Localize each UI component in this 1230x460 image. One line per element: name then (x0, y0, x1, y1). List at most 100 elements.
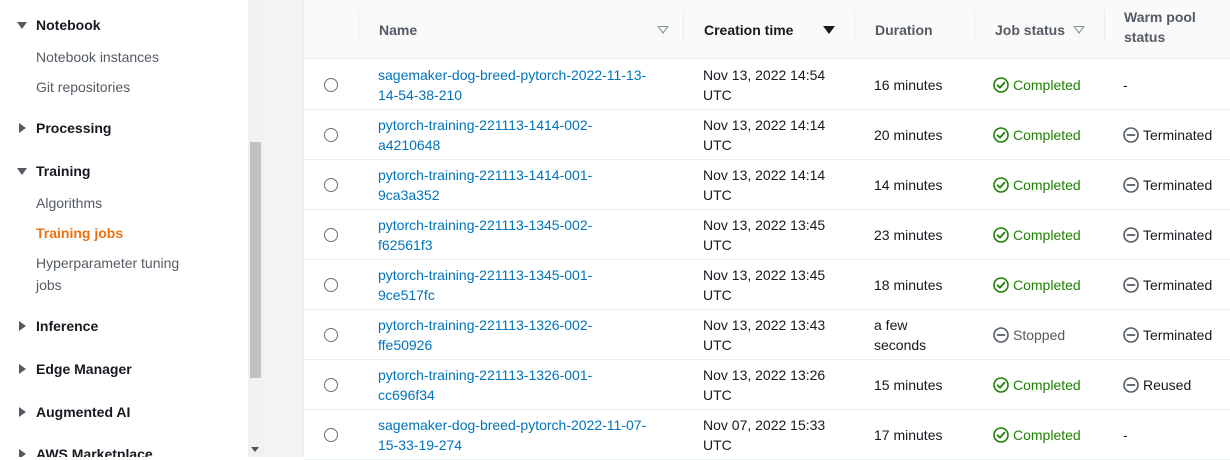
column-header-job-status[interactable]: Job status (995, 0, 1085, 59)
job-status-label: Completed (1013, 427, 1081, 443)
creation-time-line2: UTC (703, 287, 732, 303)
row-select-radio[interactable] (324, 78, 338, 92)
row-select-radio[interactable] (324, 428, 338, 442)
job-status-label: Completed (1013, 77, 1081, 93)
warm-pool-status: Terminated (1123, 215, 1212, 255)
job-name-line1: pytorch-training-221113-1414-002- (378, 117, 593, 133)
job-name-link[interactable]: sagemaker-dog-breed-pytorch-2022-11-13- 1… (378, 65, 678, 105)
creation-time: Nov 13, 2022 13:45 UTC (703, 265, 853, 305)
warm-pool-status: Terminated (1123, 265, 1212, 305)
row-select-radio[interactable] (324, 378, 338, 392)
job-status-badge: Completed (993, 165, 1081, 205)
job-status-label: Completed (1013, 377, 1081, 393)
sort-descending-icon[interactable] (823, 25, 835, 34)
nav-section-edge-manager[interactable]: Edge Manager (17, 361, 132, 377)
success-check-icon (993, 227, 1009, 243)
nav-item-notebook-instances[interactable]: Notebook instances (36, 46, 159, 68)
sidebar-scrollbar-thumb[interactable] (250, 142, 261, 378)
nav-section-training[interactable]: Training (17, 163, 90, 179)
creation-time-line1: Nov 13, 2022 13:45 (703, 217, 826, 233)
row-select-radio[interactable] (324, 328, 338, 342)
creation-time-line1: Nov 13, 2022 14:14 (703, 167, 826, 183)
nav-section-inference[interactable]: Inference (17, 318, 98, 334)
table-row[interactable]: pytorch-training-221113-1414-001- 9ca3a35… (304, 160, 1230, 210)
creation-time-line1: Nov 13, 2022 14:14 (703, 117, 826, 133)
column-header-name[interactable]: Name (379, 0, 669, 59)
table-row[interactable]: sagemaker-dog-breed-pytorch-2022-11-07- 1… (304, 410, 1230, 460)
creation-time-line2: UTC (703, 437, 732, 453)
nav-section-augmented-ai[interactable]: Augmented AI (17, 404, 130, 420)
caret-right-icon (19, 449, 26, 457)
nav-item-hyperparameter-tuning-jobs[interactable]: Hyperparameter tuning jobs (36, 252, 179, 296)
column-header-label: status (1124, 29, 1166, 45)
job-status-label: Completed (1013, 127, 1081, 143)
column-header-label: Warm pool (1124, 9, 1196, 25)
creation-time-line2: UTC (703, 237, 732, 253)
table-row[interactable]: pytorch-training-221113-1326-002- ffe5092… (304, 310, 1230, 360)
row-select-radio[interactable] (324, 178, 338, 192)
warm-pool-status-label: - (1123, 427, 1128, 443)
column-header-duration[interactable]: Duration (875, 0, 965, 59)
column-header-creation-time[interactable]: Creation time (704, 0, 835, 59)
nav-section-notebook[interactable]: Notebook (17, 17, 101, 33)
nav-section-label: Inference (36, 318, 99, 334)
nav-section-processing[interactable]: Processing (17, 120, 111, 136)
row-select-radio[interactable] (324, 128, 338, 142)
table-row[interactable]: sagemaker-dog-breed-pytorch-2022-11-13- 1… (304, 60, 1230, 110)
table-row[interactable]: pytorch-training-221113-1414-002- a421064… (304, 110, 1230, 160)
success-check-icon (993, 177, 1009, 193)
job-name-link[interactable]: pytorch-training-221113-1345-002- f62561f… (378, 215, 678, 255)
job-status-badge: Completed (993, 215, 1081, 255)
duration: 15 minutes (874, 365, 984, 405)
job-name-link[interactable]: pytorch-training-221113-1414-002- a421064… (378, 115, 678, 155)
warm-pool-status-icon (1123, 227, 1139, 243)
duration-value: 14 minutes (874, 177, 943, 193)
column-header-label: Job status (995, 21, 1066, 38)
creation-time: Nov 13, 2022 13:43 UTC (703, 315, 853, 355)
job-name-line2: f62561f3 (378, 237, 433, 253)
job-name-line2: a4210648 (378, 137, 441, 153)
warm-pool-status-label: Terminated (1143, 227, 1213, 243)
nav-item-git-repositories[interactable]: Git repositories (36, 76, 130, 98)
duration-value: 15 minutes (874, 377, 943, 393)
job-name-link[interactable]: pytorch-training-221113-1345-001- 9ce517f… (378, 265, 678, 305)
table-row[interactable]: pytorch-training-221113-1345-002- f62561f… (304, 210, 1230, 260)
creation-time: Nov 13, 2022 14:14 UTC (703, 165, 853, 205)
duration-value: 17 minutes (874, 427, 943, 443)
warm-pool-status: - (1123, 65, 1128, 105)
column-header-warm-pool-status[interactable]: Warm pool status (1124, 0, 1224, 59)
job-status-badge: Stopped (993, 315, 1065, 355)
job-status-badge: Completed (993, 365, 1081, 405)
row-select-radio[interactable] (324, 228, 338, 242)
job-name-link[interactable]: sagemaker-dog-breed-pytorch-2022-11-07- 1… (378, 415, 678, 455)
job-name-link[interactable]: pytorch-training-221113-1326-002- ffe5092… (378, 315, 678, 355)
job-status-badge: Completed (993, 415, 1081, 455)
row-select-radio[interactable] (324, 278, 338, 292)
column-header-label: Creation time (704, 21, 794, 38)
table-row[interactable]: pytorch-training-221113-1345-001- 9ce517f… (304, 260, 1230, 310)
job-name-line1: pytorch-training-221113-1345-002- (378, 217, 593, 233)
job-name-link[interactable]: pytorch-training-221113-1326-001- cc696f3… (378, 365, 678, 405)
warm-pool-status-label: Terminated (1143, 177, 1213, 193)
creation-time-line2: UTC (703, 137, 732, 153)
nav-section-aws-marketplace[interactable]: AWS Marketplace (17, 446, 153, 457)
warm-pool-status-icon (1123, 177, 1139, 193)
duration: 14 minutes (874, 165, 984, 205)
creation-time-line2: UTC (703, 187, 732, 203)
creation-time: Nov 13, 2022 14:54 UTC (703, 65, 853, 105)
scroll-down-arrow-icon[interactable] (251, 447, 259, 452)
nav-item-training-jobs[interactable]: Training jobs (36, 222, 123, 244)
sidebar-nav: Notebook Notebook instances Git reposito… (0, 0, 248, 457)
warm-pool-status: Terminated (1123, 115, 1212, 155)
job-name-line1: sagemaker-dog-breed-pytorch-2022-11-07- (378, 417, 647, 433)
column-divider (683, 10, 684, 42)
table-row[interactable]: pytorch-training-221113-1326-001- cc696f3… (304, 360, 1230, 410)
job-name-link[interactable]: pytorch-training-221113-1414-001- 9ca3a35… (378, 165, 678, 205)
job-name-line2: 14-54-38-210 (378, 87, 463, 103)
nav-item-algorithms[interactable]: Algorithms (36, 192, 102, 214)
duration-value: 20 minutes (874, 127, 943, 143)
sort-caret-icon[interactable] (657, 25, 669, 34)
duration-value: 23 minutes (874, 227, 943, 243)
sort-caret-icon[interactable] (1073, 25, 1085, 34)
duration-value: a few (874, 317, 908, 333)
